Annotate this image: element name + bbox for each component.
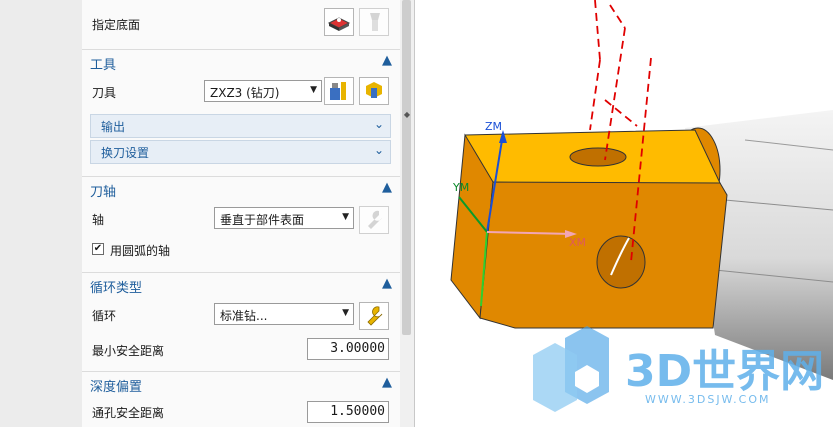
cycle-section-header[interactable]: 循环类型 ▲ [82,272,400,297]
tool-select-value: ZXZ3 (钻刀) [210,86,280,100]
ym-axis-label: YM [452,181,469,194]
cycle-edit-button[interactable] [359,302,389,330]
cycle-select-value: 标准钻... [220,309,268,323]
axis-section-header[interactable]: 刀轴 ▲ [82,176,400,201]
chevron-down-icon: ▼ [310,85,317,95]
depth-section-header[interactable]: 深度偏置 ▲ [82,371,400,396]
tool-create-icon [366,82,382,98]
axis-label: 轴 [92,213,105,227]
expand-down-icon: ⌄ [373,143,384,157]
wrench-icon [367,306,383,326]
chevron-down-icon: ▼ [342,212,349,222]
specify-bottom-label: 指定底面 [92,18,141,32]
tool-section-title: 工具 [90,58,117,73]
depth-section-title: 深度偏置 [90,380,143,395]
use-arc-axis-checkbox[interactable]: ✔ [92,243,104,255]
cycle-select[interactable]: 标准钻... ▼ [214,303,354,325]
cycle-section-title: 循环类型 [90,281,143,296]
cycle-label: 循环 [92,309,117,323]
min-clearance-row: 最小安全距离 3.00000 [82,337,400,363]
edit-tool-button[interactable] [324,77,354,105]
watermark-title: 3D世界网 [625,346,824,397]
axis-select[interactable]: 垂直于部件表面 ▼ [214,207,354,229]
select-bottom-surface-button[interactable] [324,8,354,36]
min-clearance-label: 最小安全距离 [92,344,165,358]
graphics-viewport[interactable]: ZM YM XM 3D世界网 WWW.3DSJW.COM [415,0,833,427]
3d-model-view: ZM YM XM 3D世界网 WWW.3DSJW.COM [450,0,833,412]
scrollbar-thumb[interactable] [402,0,411,335]
tool-change-label: 换刀设置 [101,146,150,160]
zm-axis-label: ZM [485,120,502,133]
tool-edit-icon [330,82,346,100]
specify-bottom-row: 指定底面 [82,0,400,46]
through-clearance-row: 通孔安全距离 1.50000 [82,398,400,424]
min-clearance-input[interactable]: 3.00000 [307,338,389,360]
use-arc-axis-row: ✔ 用圆弧的轴 [82,238,400,260]
axis-edit-button[interactable] [359,206,389,234]
create-tool-button[interactable] [359,77,389,105]
use-arc-axis-label: 用圆弧的轴 [110,244,171,258]
cycle-row: 循环 标准钻... ▼ [82,299,400,331]
collapse-up-icon[interactable]: ▲ [382,375,392,390]
axis-section-title: 刀轴 [90,185,117,200]
axis-select-value: 垂直于部件表面 [220,213,305,227]
operation-dialog-panel: 指定底面 工具 ▲ 刀具 ZXZ3 (钻刀) ▼ 输出 ⌄ 换刀设置 ⌄ 刀轴 … [82,0,401,427]
tool-section-header[interactable]: 工具 ▲ [82,49,400,74]
bottom-display-button[interactable] [359,8,389,36]
tool-row: 刀具 ZXZ3 (钻刀) ▼ [82,76,400,108]
output-label: 输出 [101,120,126,134]
wrench-icon [368,210,382,229]
chevron-down-icon: ▼ [342,308,349,318]
output-subsection[interactable]: 输出 ⌄ [90,114,391,138]
scroll-arrow-icon[interactable]: ◆ [400,108,414,122]
xm-axis-label: XM [569,236,586,249]
tool-label: 刀具 [92,86,117,100]
top-hole [569,147,627,167]
through-clearance-input[interactable]: 1.50000 [307,401,389,423]
watermark-url: WWW.3DSJW.COM [645,393,771,406]
expand-down-icon: ⌄ [373,117,384,131]
tool-change-subsection[interactable]: 换刀设置 ⌄ [90,140,391,164]
front-hole [596,235,646,289]
collapse-up-icon[interactable]: ▲ [382,276,392,291]
tool-select[interactable]: ZXZ3 (钻刀) ▼ [204,80,322,102]
collapse-up-icon[interactable]: ▲ [382,53,392,68]
left-strip [0,0,83,427]
panel-scrollbar[interactable]: ◆ [400,0,415,427]
through-clearance-label: 通孔安全距离 [92,406,165,420]
axis-row: 轴 垂直于部件表面 ▼ [82,203,400,235]
collapse-up-icon[interactable]: ▲ [382,180,392,195]
surface-select-icon [327,17,351,31]
flashlight-icon [370,13,380,31]
